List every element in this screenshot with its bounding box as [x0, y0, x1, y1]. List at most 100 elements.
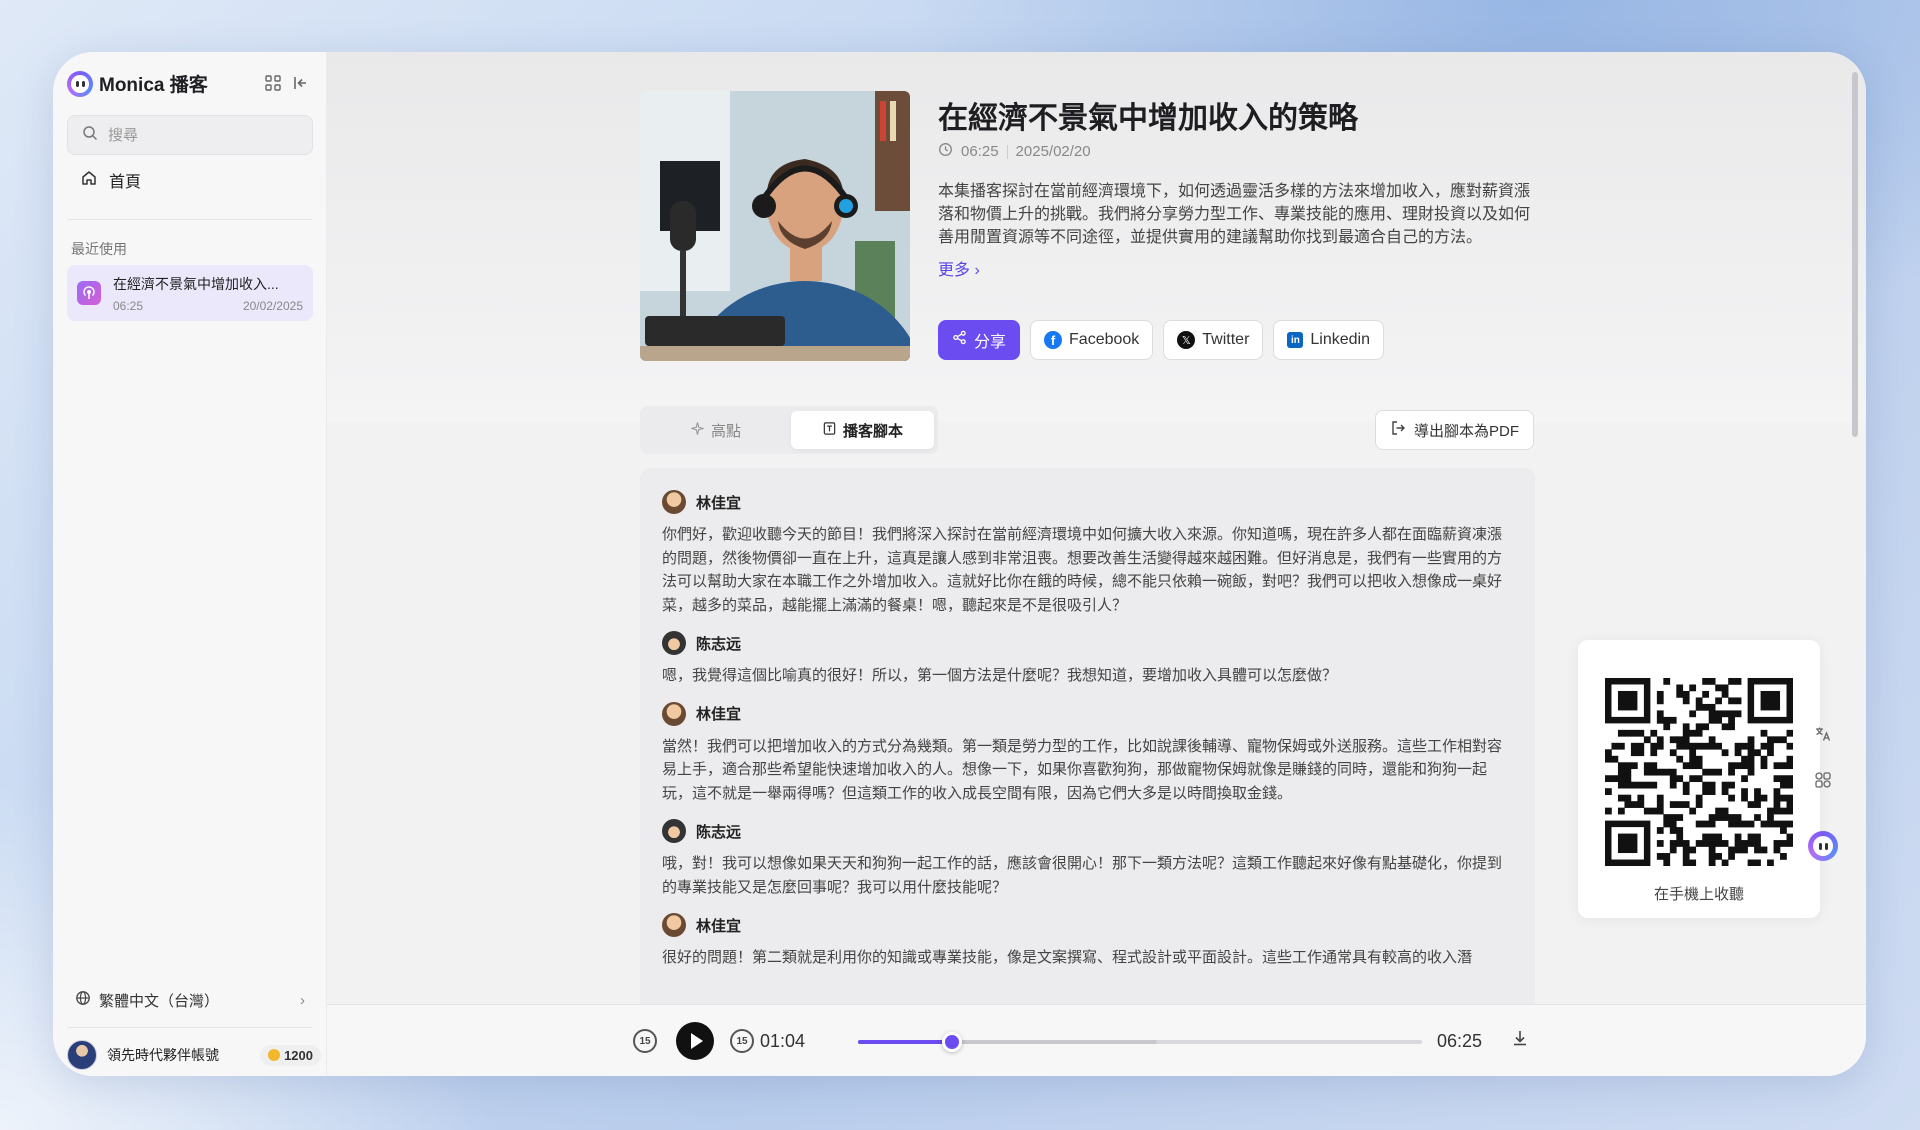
sidebar-item-home[interactable]: 首頁 [67, 162, 313, 198]
play-button[interactable] [676, 1022, 714, 1060]
speaker-avatar [662, 701, 686, 726]
recent-section-label: 最近使用 [71, 241, 127, 257]
tab-label: 播客腳本 [842, 422, 903, 440]
credits-value: 1200 [284, 1047, 313, 1063]
share-label: 分享 [974, 334, 1007, 351]
transcript-text: 很好的問題！第二類就是利用你的知識或專業技能，像是文案撰寫、程式設計或平面設計。… [662, 949, 1473, 966]
sidebar-toolbar [264, 74, 310, 92]
collapse-sidebar-icon[interactable] [292, 74, 310, 92]
transcript-text: 哦，對！我可以想像如果天天和狗狗一起工作的話，應該會很開心！那下一類方法呢？這類… [662, 855, 1503, 896]
brand[interactable]: Monica 播客 [67, 70, 208, 97]
linkedin-share-button[interactable]: in Linkedin [1273, 320, 1385, 360]
speaker-avatar [662, 913, 686, 937]
episode-title: 在經濟不景氣中增加收入的策略 [938, 102, 1358, 135]
audio-player: 15 15 01:04 06:25 [327, 1004, 1866, 1076]
twitter-share-button[interactable]: 𝕏 Twitter [1163, 320, 1264, 360]
transcript-turn: 林佳宜 很好的問題！第二類就是利用你的知識或專業技能，像是文案撰寫、程式設計或平… [662, 913, 1509, 970]
divider [1006, 144, 1008, 159]
export-label: 導出腳本為PDF [1414, 422, 1520, 440]
divider [67, 1027, 312, 1028]
divider [67, 219, 312, 220]
episode-date: 2025/02/20 [1015, 143, 1091, 160]
tab-script[interactable]: 播客腳本 [791, 411, 934, 449]
credits-badge[interactable]: 1200 [260, 1044, 321, 1066]
skip-forward-button[interactable]: 15 [724, 1023, 760, 1059]
recent-episode-duration: 06:25 [113, 298, 144, 313]
speaker-name: 林佳宜 [696, 494, 742, 512]
linkedin-icon: in [1287, 332, 1304, 348]
facebook-label: Facebook [1069, 331, 1140, 348]
download-button[interactable] [1511, 1029, 1529, 1052]
tab-label: 高點 [710, 422, 741, 440]
monica-assistant-icon[interactable] [1808, 831, 1838, 861]
transcript-turn: 陈志远 嗯，我覺得這個比喻真的很好！所以，第一個方法是什麼呢？我想知道，要增加收… [662, 631, 1509, 688]
user-account[interactable]: 領先時代夥伴帳號 1200 [67, 1038, 321, 1072]
total-time: 06:25 [1437, 1031, 1483, 1051]
content-tabs: 高點 播客腳本 [640, 406, 938, 454]
speaker-name: 林佳宜 [696, 917, 742, 935]
transcript-turn: 林佳宜 你們好，歡迎收聽今天的節目！我們將深入探討在當前經濟環境中如何擴大收入來… [662, 490, 1509, 617]
qr-code[interactable] [1605, 678, 1794, 867]
recent-episode-item[interactable]: 在經濟不景氣中增加收入... 06:25 20/02/2025 [67, 265, 313, 321]
sparkle-icon [690, 421, 705, 440]
qr-caption: 在手機上收聽 [1653, 886, 1744, 903]
speaker-avatar [662, 631, 686, 655]
progress-fill [858, 1040, 952, 1044]
brand-title: Monica 播客 [99, 75, 208, 96]
recent-episode-date: 20/02/2025 [242, 298, 303, 313]
language-label: 繁體中文（台灣） [99, 992, 220, 1010]
current-time: 01:04 [760, 1031, 806, 1051]
rewind-15-icon: 15 [633, 1029, 657, 1053]
share-button[interactable]: 分享 [938, 320, 1021, 360]
transcript-text: 當然！我們可以把增加收入的方式分為幾類。第一類是勞力型的工作，比如說課後輔導、寵… [662, 737, 1503, 802]
avatar [67, 1040, 97, 1070]
transcript-text: 你們好，歡迎收聽今天的節目！我們將深入探討在當前經濟環境中如何擴大收入來源。你知… [662, 526, 1503, 614]
main-content: 在經濟不景氣中增加收入的策略 06:25 2025/02/20 本集播客探討在當… [327, 52, 1866, 1076]
tools-icon[interactable] [1807, 764, 1839, 796]
document-icon [822, 421, 837, 440]
search-icon [82, 125, 98, 146]
translate-icon[interactable] [1807, 718, 1839, 750]
episode-meta: 06:25 2025/02/20 [938, 142, 1091, 161]
chevron-right-icon: › [300, 991, 305, 1009]
speaker-name: 陈志远 [696, 635, 742, 653]
speaker-name: 陈志远 [696, 823, 742, 841]
grid-apps-icon[interactable] [264, 74, 282, 92]
episode-duration: 06:25 [961, 143, 999, 160]
sidebar-item-label: 首頁 [109, 174, 142, 191]
transcript-panel: 林佳宜 你們好，歡迎收聽今天的節目！我們將深入探討在當前經濟環境中如何擴大收入來… [640, 468, 1535, 1004]
search-box[interactable] [67, 115, 313, 155]
transcript-text: 嗯，我覺得這個比喻真的很好！所以，第一個方法是什麼呢？我想知道，要增加收入具體可… [662, 667, 1338, 684]
app-window: Monica 播客 首頁 最近使用 [53, 52, 1866, 1076]
facebook-share-button[interactable]: f Facebook [1030, 320, 1154, 360]
export-pdf-button[interactable]: 導出腳本為PDF [1375, 410, 1535, 450]
floating-tools [1805, 718, 1841, 796]
skip-back-button[interactable]: 15 [627, 1023, 663, 1059]
more-link[interactable]: 更多 › [938, 256, 980, 280]
speaker-avatar [662, 819, 686, 843]
tab-highlights[interactable]: 高點 [644, 411, 787, 449]
home-icon [81, 170, 97, 191]
x-twitter-icon: 𝕏 [1177, 331, 1196, 349]
sidebar: Monica 播客 首頁 最近使用 [53, 52, 327, 1076]
monica-logo-icon [67, 70, 93, 97]
transcript-turn: 林佳宜 當然！我們可以把增加收入的方式分為幾類。第一類是勞力型的工作，比如說課後… [662, 701, 1509, 806]
transcript-turn: 陈志远 哦，對！我可以想像如果天天和狗狗一起工作的話，應該會很開心！那下一類方法… [662, 819, 1509, 899]
recent-episode-title: 在經濟不景氣中增加收入... [113, 275, 279, 292]
search-input[interactable] [108, 126, 288, 144]
share-icon [952, 330, 967, 350]
download-icon [1511, 1031, 1529, 1051]
facebook-icon: f [1044, 331, 1063, 349]
speaker-name: 林佳宜 [696, 706, 742, 723]
progress-slider[interactable] [858, 1032, 1422, 1052]
coin-icon [268, 1049, 281, 1061]
linkedin-label: Linkedin [1310, 331, 1371, 348]
scrollbar[interactable] [1852, 72, 1858, 437]
play-icon [690, 1033, 703, 1049]
forward-15-icon: 15 [730, 1029, 754, 1053]
qr-code-card: 在手機上收聽 [1578, 640, 1820, 918]
episode-cover-image [640, 91, 910, 361]
globe-icon [75, 990, 91, 1010]
progress-handle[interactable] [941, 1032, 962, 1052]
language-selector[interactable]: 繁體中文（台灣） › [67, 982, 313, 1018]
